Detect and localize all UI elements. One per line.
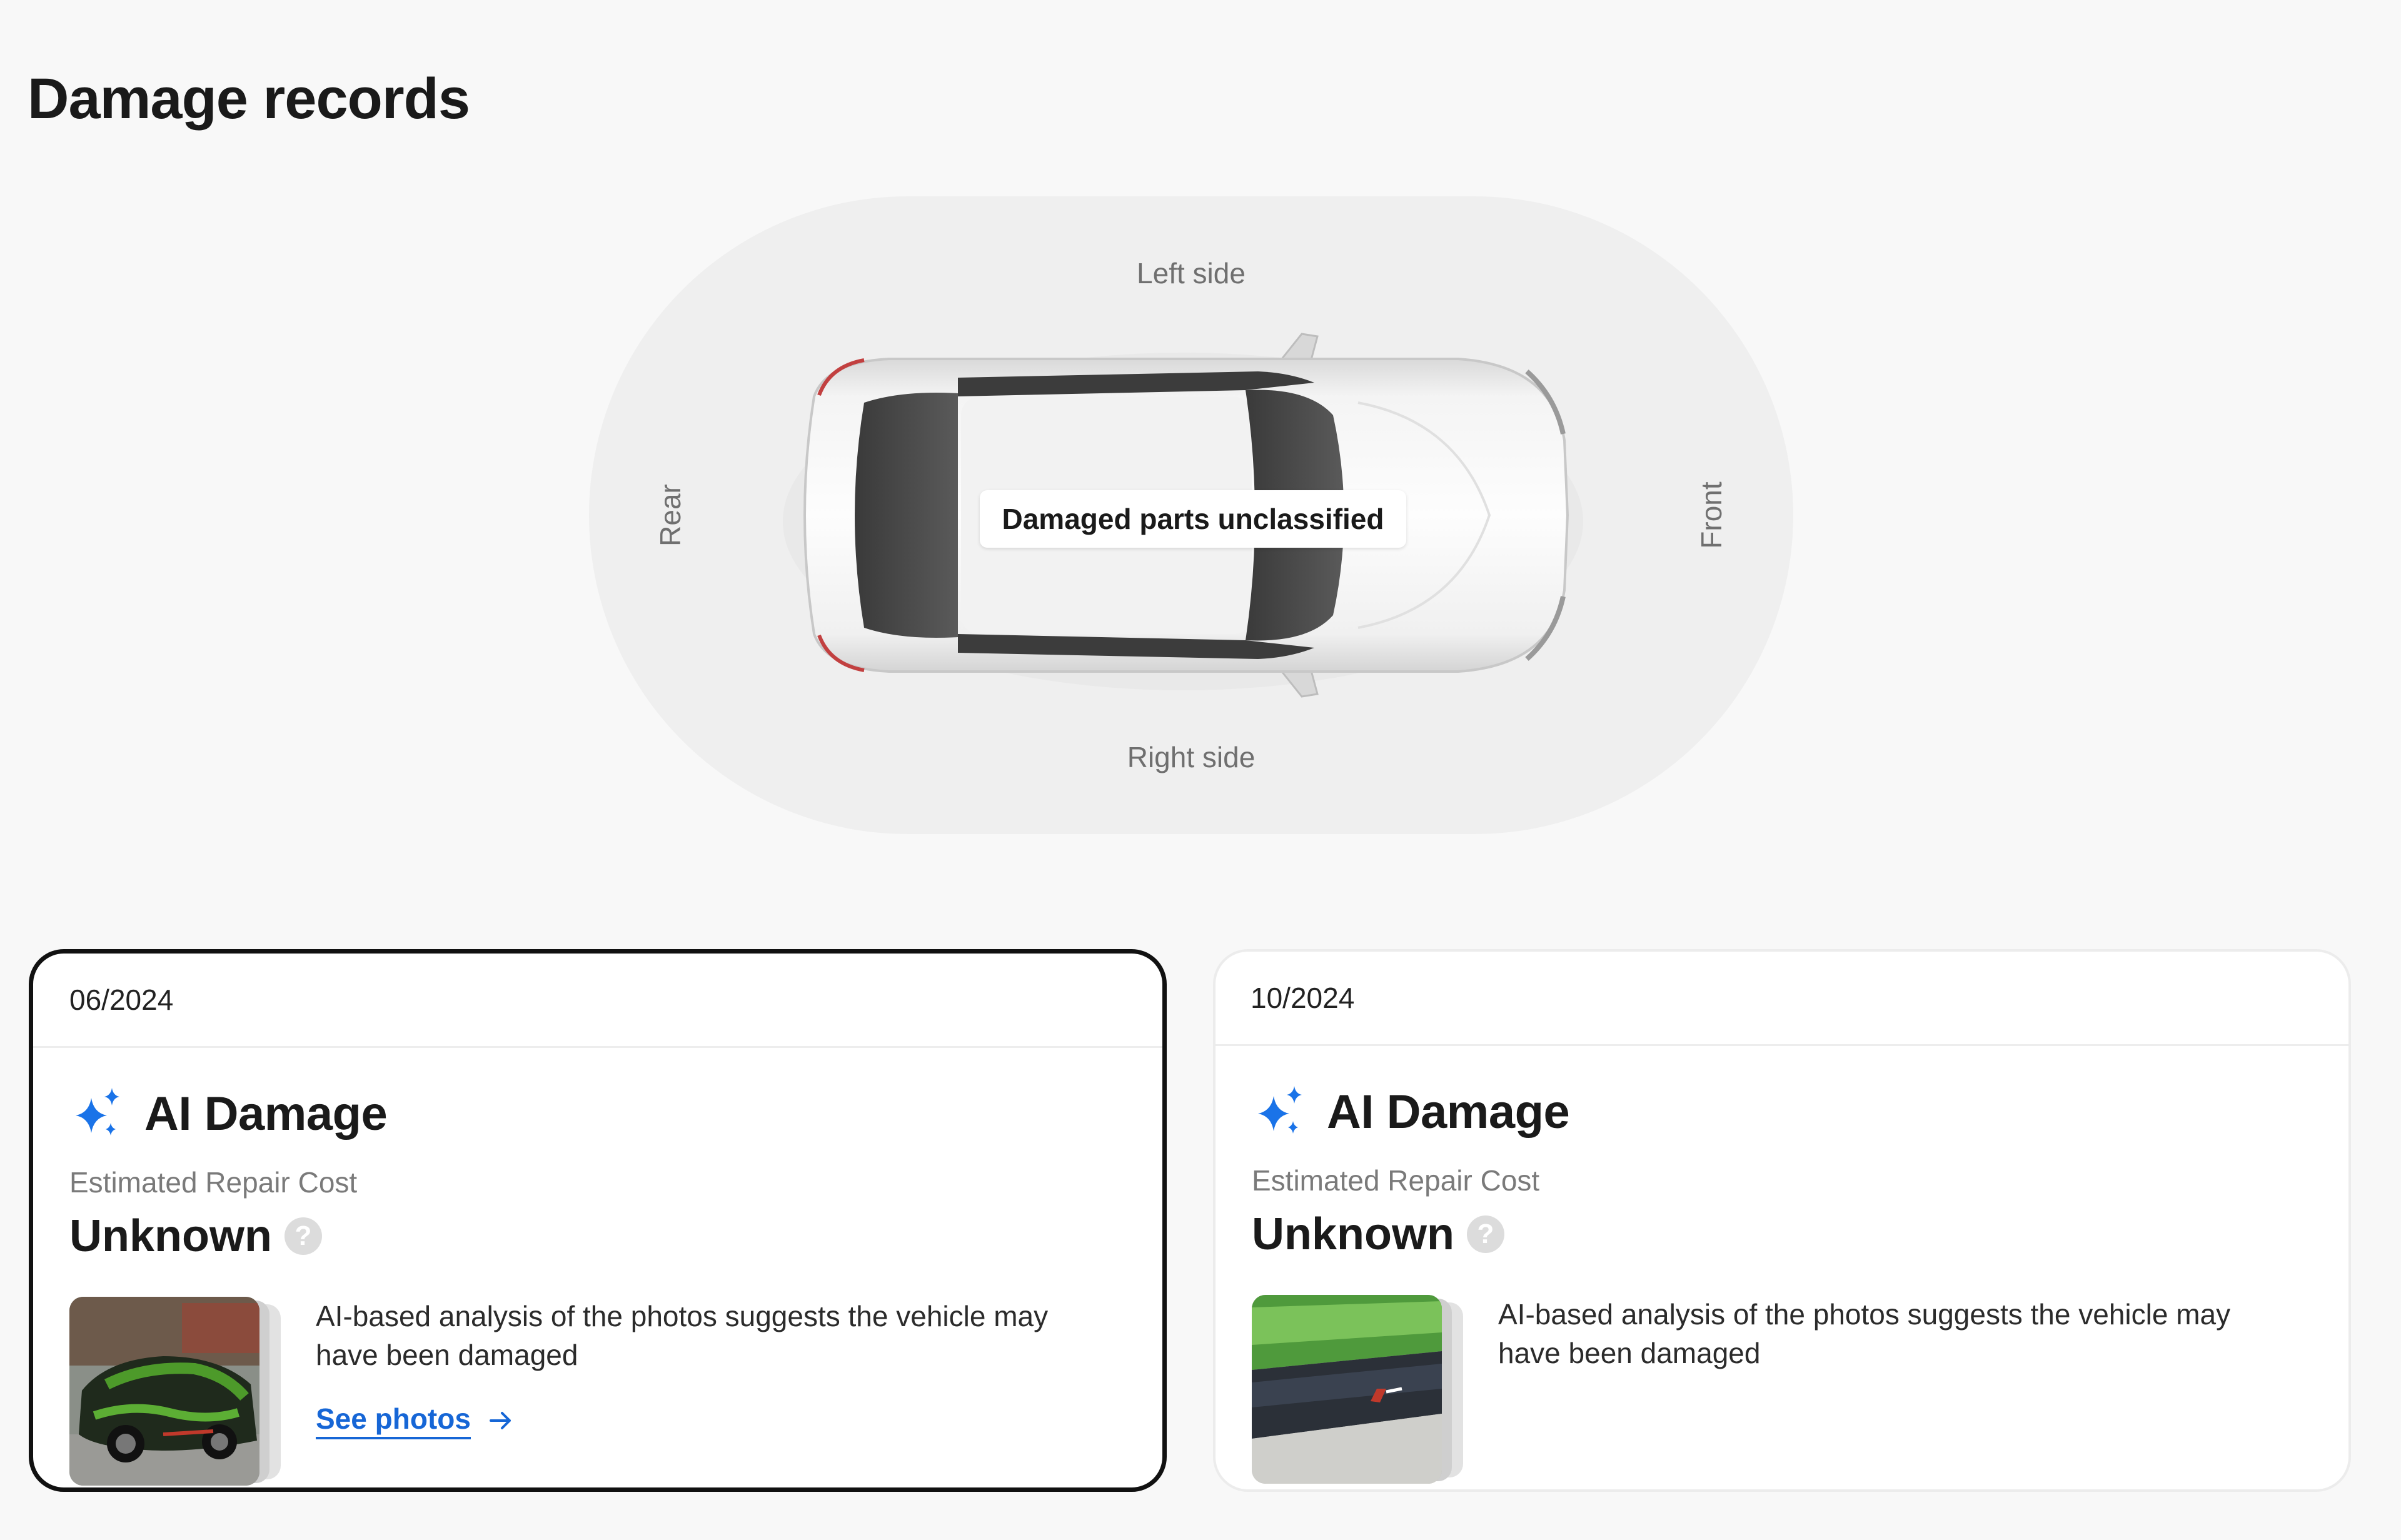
car-damage-diagram: Left side Right side Rear Front Damaged …: [589, 196, 1793, 834]
rear-label: Rear: [654, 484, 687, 546]
photo-thumbnail-stack[interactable]: [69, 1297, 288, 1486]
record-date: 06/2024: [33, 954, 1162, 1048]
sparkles-icon: [1258, 1086, 1302, 1134]
record-description: AI-based analysis of the photos suggests…: [316, 1300, 1049, 1371]
damage-record-card[interactable]: 10/2024 AI Damage Estimated Repair Cost …: [1213, 949, 2351, 1492]
front-label: Front: [1695, 481, 1728, 549]
side-skirt-photo[interactable]: [1252, 1295, 1442, 1484]
record-type-title: AI Damage: [144, 1087, 388, 1140]
cost-value: Unknown: [1252, 1209, 1454, 1259]
left-side-label: Left side: [1137, 257, 1246, 289]
right-side-label: Right side: [1127, 741, 1256, 773]
cost-label: Estimated Repair Cost: [69, 1166, 358, 1199]
cost-label: Estimated Repair Cost: [1252, 1164, 1540, 1197]
record-date: 10/2024: [1216, 952, 2348, 1046]
damaged-car-photo[interactable]: [69, 1297, 259, 1486]
damage-record-card[interactable]: 06/2024 AI Damage Estimated Repair Cost …: [29, 949, 1167, 1492]
damage-unclassified-tag: Damaged parts unclassified: [980, 490, 1406, 548]
question-icon[interactable]: ?: [1466, 1215, 1504, 1253]
record-type-title: AI Damage: [1327, 1085, 1570, 1139]
sparkles-icon: [76, 1088, 119, 1135]
arrow-right-icon: [489, 1412, 511, 1429]
page-title: Damage records: [28, 67, 470, 131]
record-description: AI-based analysis of the photos suggests…: [1498, 1298, 2231, 1369]
photo-thumbnail-stack[interactable]: [1252, 1295, 1471, 1484]
see-photos-label: See photos: [316, 1402, 471, 1439]
question-icon[interactable]: ?: [284, 1217, 322, 1255]
see-photos-link[interactable]: See photos: [316, 1402, 513, 1439]
cost-value: Unknown: [69, 1211, 272, 1261]
